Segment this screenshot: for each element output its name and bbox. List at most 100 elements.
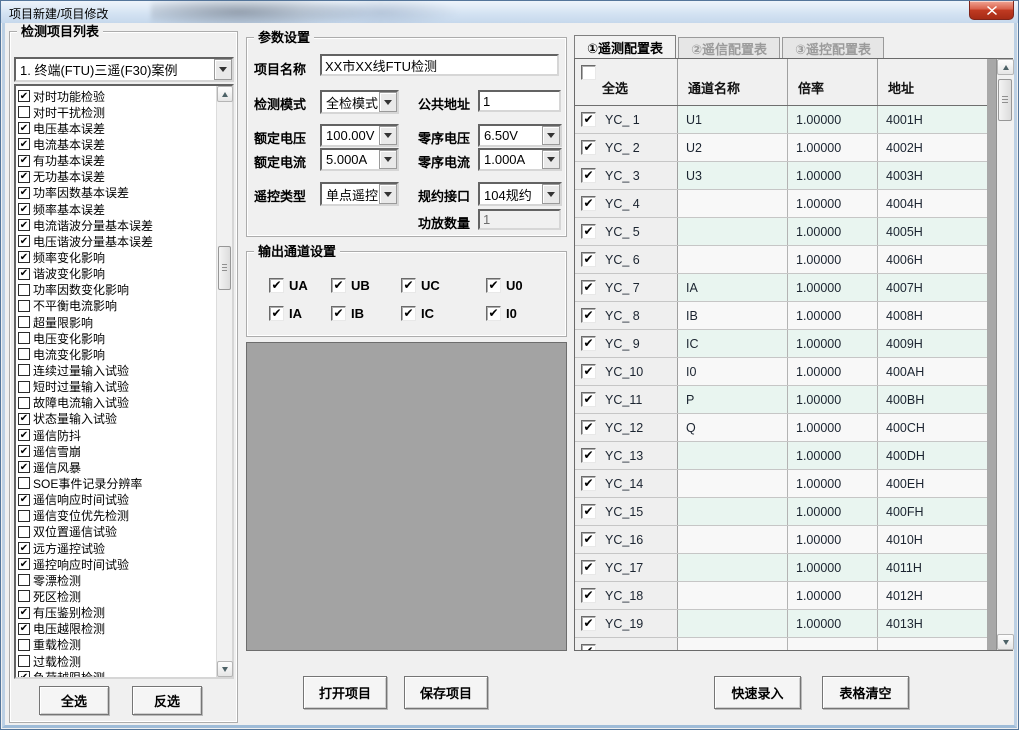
detect-mode-select[interactable]: 全检模式 [320,90,399,114]
cell-channel-name[interactable] [678,218,788,245]
cell-channel-name[interactable] [678,246,788,273]
item-checkbox[interactable] [18,348,30,360]
remote-ctrl-type-select[interactable]: 单点遥控 [320,182,399,206]
select-all-checkbox[interactable] [581,65,596,80]
item-checkbox[interactable] [18,316,30,328]
cell-address[interactable]: 400EH [878,470,987,497]
cell-channel-name[interactable]: IB [678,302,788,329]
item-checkbox[interactable]: ✔ [18,251,30,263]
channel-toggle-ub[interactable]: ✔UB [331,278,401,293]
list-item[interactable]: ✔电压越限检测 [18,621,216,637]
chevron-down-icon[interactable] [214,59,232,80]
list-item[interactable]: 重载检测 [18,637,216,653]
list-item[interactable]: 超量限影响 [18,314,216,330]
cell-address[interactable]: 4003H [878,162,987,189]
clear-table-button[interactable]: 表格清空 [822,676,909,709]
table-row[interactable]: ✔YC_ 1U11.000004001H [575,106,987,134]
table-row[interactable]: ✔YC_10I01.00000400AH [575,358,987,386]
row-checkbox[interactable]: ✔ [581,168,596,183]
table-row[interactable]: ✔YC_161.000004010H [575,526,987,554]
scroll-down-icon[interactable] [217,661,233,677]
cell-channel-name[interactable] [678,190,788,217]
scroll-down-icon[interactable] [997,634,1014,650]
channel-toggle-ia[interactable]: ✔IA [269,306,331,321]
rated-current-select[interactable]: 5.000A [320,148,399,171]
chevron-down-icon[interactable] [542,150,560,169]
item-checkbox[interactable]: ✔ [18,268,30,280]
list-item[interactable]: ✔负荷越限检测 [18,669,216,677]
cell-channel-name[interactable]: U2 [678,134,788,161]
table-row[interactable]: ✔YC_11P1.00000400BH [575,386,987,414]
item-checkbox[interactable]: ✔ [18,171,30,183]
cell-address[interactable]: 400CH [878,414,987,441]
cell-rate[interactable]: 1.00000 [788,610,878,637]
cell-rate[interactable]: 1.00000 [788,582,878,609]
item-checkbox[interactable]: ✔ [18,542,30,554]
cell-channel-name[interactable]: I0 [678,358,788,385]
chevron-down-icon[interactable] [379,150,397,169]
cell-channel-name[interactable] [678,470,788,497]
list-item[interactable]: 不平衡电流影响 [18,298,216,314]
cell-address[interactable]: 4013H [878,610,987,637]
cell-channel-name[interactable]: IA [678,274,788,301]
cell-rate[interactable] [788,638,878,650]
item-checkbox[interactable] [18,574,30,586]
list-item[interactable]: ✔电流谐波分量基本误差 [18,217,216,233]
list-item[interactable]: 零漂检测 [18,572,216,588]
item-checkbox[interactable] [18,590,30,602]
table-row[interactable]: ✔YC_ 7IA1.000004007H [575,274,987,302]
cell-address[interactable]: 4002H [878,134,987,161]
chevron-down-icon[interactable] [379,184,397,204]
rated-voltage-select[interactable]: 100.00V [320,124,399,147]
cell-address[interactable]: 4010H [878,526,987,553]
list-item[interactable]: ✔遥信雪崩 [18,443,216,459]
row-checkbox[interactable]: ✔ [581,224,596,239]
cell-channel-name[interactable] [678,638,788,650]
cell-rate[interactable]: 1.00000 [788,414,878,441]
row-checkbox[interactable]: ✔ [581,476,596,491]
table-row[interactable]: ✔YC_171.000004011H [575,554,987,582]
list-item[interactable]: ✔无功基本误差 [18,169,216,185]
cell-channel-name[interactable] [678,526,788,553]
table-row[interactable]: ✔ [575,638,987,650]
list-item[interactable]: ✔电流基本误差 [18,136,216,152]
item-checkbox[interactable]: ✔ [18,445,30,457]
table-scrollbar-thumb[interactable] [998,79,1012,121]
table-row[interactable]: ✔YC_ 2U21.000004002H [575,134,987,162]
protocol-interface-select[interactable]: 104规约 [478,182,562,206]
list-scrollbar-thumb[interactable] [218,246,231,290]
cell-address[interactable]: 400AH [878,358,987,385]
cell-address[interactable]: 4008H [878,302,987,329]
list-item[interactable]: 双位置遥信试验 [18,524,216,540]
list-item[interactable]: 电压变化影响 [18,330,216,346]
chevron-down-icon[interactable] [379,92,397,112]
cell-channel-name[interactable] [678,554,788,581]
item-checkbox[interactable] [18,106,30,118]
item-checkbox[interactable]: ✔ [18,461,30,473]
cell-address[interactable]: 4012H [878,582,987,609]
row-checkbox[interactable]: ✔ [581,588,596,603]
item-checkbox[interactable] [18,364,30,376]
row-checkbox[interactable]: ✔ [581,364,596,379]
cell-rate[interactable]: 1.00000 [788,106,878,133]
cell-address[interactable]: 4011H [878,554,987,581]
channel-checkbox[interactable]: ✔ [401,278,416,293]
cell-channel-name[interactable] [678,498,788,525]
tab-yk-config[interactable]: ③遥控配置表 [782,37,884,58]
cell-rate[interactable]: 1.00000 [788,358,878,385]
list-item[interactable]: ✔对时功能检验 [18,88,216,104]
table-row[interactable]: ✔YC_12Q1.00000400CH [575,414,987,442]
invert-selection-button[interactable]: 反选 [132,686,202,715]
cell-rate[interactable]: 1.00000 [788,274,878,301]
list-item[interactable]: ✔遥信风暴 [18,459,216,475]
channel-toggle-uc[interactable]: ✔UC [401,278,486,293]
cell-rate[interactable]: 1.00000 [788,554,878,581]
channel-toggle-u0[interactable]: ✔U0 [486,278,546,293]
cell-channel-name[interactable]: Q [678,414,788,441]
channel-checkbox[interactable]: ✔ [269,306,284,321]
cell-channel-name[interactable]: P [678,386,788,413]
list-item[interactable]: ✔功率因数基本误差 [18,185,216,201]
cell-rate[interactable]: 1.00000 [788,302,878,329]
open-project-button[interactable]: 打开项目 [303,676,387,709]
cell-channel-name[interactable]: U1 [678,106,788,133]
